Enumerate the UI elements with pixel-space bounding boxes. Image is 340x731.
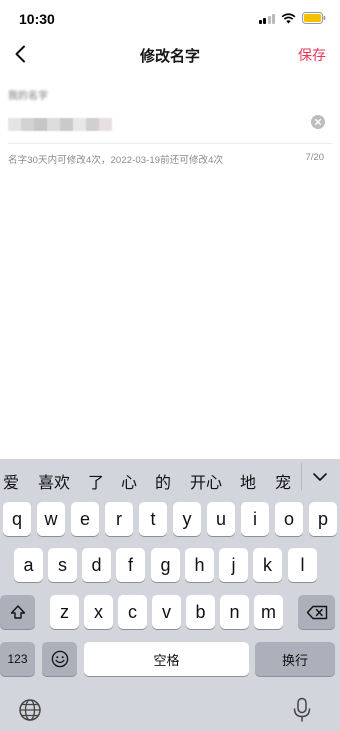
candidate-word[interactable]: 喜欢 — [38, 469, 70, 493]
key-a[interactable]: a — [14, 548, 43, 582]
key-x[interactable]: x — [84, 595, 113, 629]
candidate-word[interactable]: 地 — [240, 469, 256, 493]
rename-limit-hint: 名字30天内可修改4次，2022-03-19前还可修改4次 — [8, 155, 224, 166]
key-t[interactable]: t — [139, 502, 167, 536]
chevron-down-icon — [313, 473, 327, 481]
key-o[interactable]: o — [275, 502, 303, 536]
name-field-label: 我的名字 — [8, 91, 48, 102]
shift-icon — [10, 605, 25, 619]
key-j[interactable]: j — [219, 548, 248, 582]
key-q[interactable]: q — [3, 502, 31, 536]
key-d[interactable]: d — [82, 548, 111, 582]
keyboard-bottom-bar — [0, 690, 340, 731]
candidate-divider — [301, 463, 302, 491]
key-z[interactable]: z — [50, 595, 79, 629]
character-counter: 7/20 — [305, 152, 325, 163]
name-input[interactable] — [8, 113, 298, 135]
keyboard: 爱 喜欢 了 心 的 开心 地 宠 q w e r t y u i o p a … — [0, 459, 340, 731]
emoji-key[interactable] — [42, 642, 77, 676]
expand-candidates-button[interactable] — [308, 465, 332, 489]
microphone-icon — [293, 697, 311, 722]
wifi-icon — [281, 12, 296, 24]
shift-key[interactable] — [0, 595, 35, 629]
key-f[interactable]: f — [116, 548, 145, 582]
clear-input-button[interactable] — [311, 115, 325, 129]
emoji-icon — [51, 650, 68, 668]
backspace-icon — [306, 605, 327, 619]
candidate-word[interactable]: 的 — [155, 469, 171, 493]
battery-icon — [302, 12, 326, 24]
input-divider — [8, 143, 332, 144]
numbers-key[interactable]: 123 — [0, 642, 35, 676]
cellular-signal-icon — [258, 13, 275, 24]
candidate-word[interactable]: 了 — [88, 469, 104, 493]
delete-key[interactable] — [298, 595, 335, 629]
close-icon — [315, 119, 321, 125]
key-k[interactable]: k — [253, 548, 282, 582]
key-b[interactable]: b — [186, 595, 215, 629]
page-title: 修改名字 — [139, 48, 200, 65]
key-y[interactable]: y — [173, 502, 201, 536]
candidate-word[interactable]: 开心 — [190, 469, 222, 493]
key-h[interactable]: h — [185, 548, 214, 582]
key-m[interactable]: m — [254, 595, 283, 629]
key-p[interactable]: p — [309, 502, 337, 536]
key-r[interactable]: r — [105, 502, 133, 536]
candidate-word[interactable]: 宠 — [275, 469, 291, 493]
candidate-word[interactable]: 心 — [121, 469, 137, 493]
key-u[interactable]: u — [207, 502, 235, 536]
status-icons — [258, 12, 327, 24]
key-s[interactable]: s — [48, 548, 77, 582]
status-bar: 10:30 — [0, 0, 340, 38]
space-key[interactable]: 空格 — [84, 642, 249, 676]
candidate-bar: 爱 喜欢 了 心 的 开心 地 宠 — [0, 459, 340, 497]
key-g[interactable]: g — [151, 548, 180, 582]
nav-bar: 修改名字 保存 — [0, 36, 340, 72]
status-time: 10:30 — [19, 11, 55, 27]
key-i[interactable]: i — [241, 502, 269, 536]
key-l[interactable]: l — [288, 548, 317, 582]
key-w[interactable]: w — [37, 502, 65, 536]
dictation-button[interactable] — [290, 697, 314, 723]
switch-keyboard-button[interactable] — [18, 698, 42, 722]
key-v[interactable]: v — [152, 595, 181, 629]
key-c[interactable]: c — [118, 595, 147, 629]
candidate-word[interactable]: 爱 — [3, 469, 19, 493]
key-n[interactable]: n — [220, 595, 249, 629]
globe-icon — [19, 699, 41, 721]
save-button[interactable]: 保存 — [298, 45, 326, 65]
return-key[interactable]: 换行 — [255, 642, 335, 676]
key-e[interactable]: e — [71, 502, 99, 536]
